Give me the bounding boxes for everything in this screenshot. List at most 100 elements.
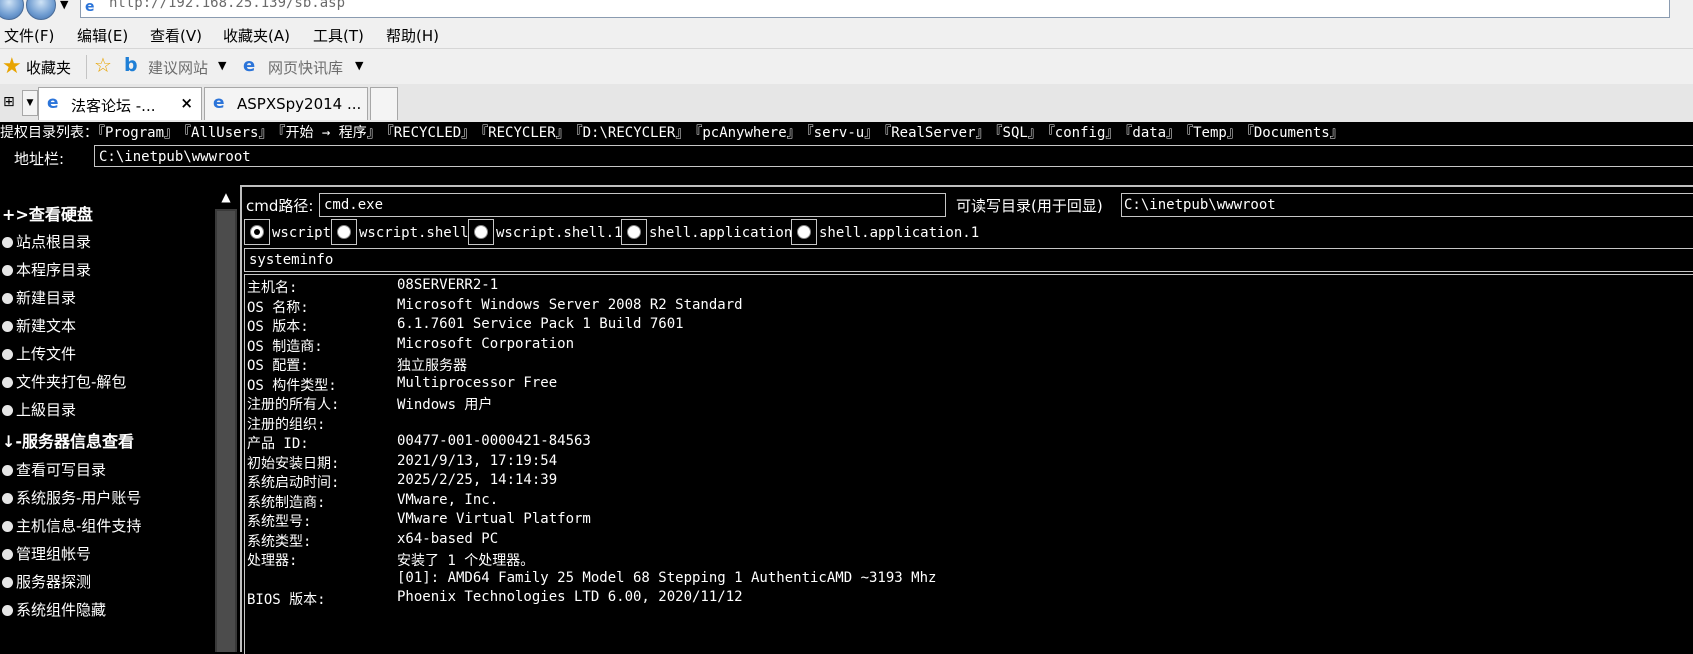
cmd-path-input[interactable]: cmd.exe: [319, 193, 946, 217]
writable-dir-input[interactable]: C:\inetpub\wwwroot: [1121, 193, 1693, 217]
radio-label: shell.application: [649, 225, 793, 241]
ie-icon: e: [213, 93, 225, 113]
sidebar-item[interactable]: 上传文件: [2, 343, 76, 364]
menu-view[interactable]: 查看(V): [150, 25, 202, 46]
dir-list-label: 提权目录列表：: [0, 125, 98, 140]
radio-wscript-shell[interactable]: [331, 219, 357, 245]
sidebar-item-label: 新建目录: [16, 289, 77, 307]
privilege-dir-list: 提权目录列表：『Program』 『AllUsers』 『开始 → 程序』 『RECY…: [0, 122, 1693, 140]
output-key: OS 名称:: [247, 299, 309, 316]
url-text: http://192.168.25.139/sb.asp: [109, 0, 346, 11]
forward-button[interactable]: [26, 0, 56, 20]
radio-wscript-shell-1[interactable]: [468, 219, 494, 245]
radio-wscript[interactable]: [244, 219, 270, 245]
command-input[interactable]: systeminfo: [244, 248, 1693, 272]
chevron-down-icon[interactable]: ▼: [355, 59, 363, 72]
sidebar-item[interactable]: 系统组件隐藏: [2, 599, 106, 620]
dir-link[interactable]: 『RECYCLER』: [481, 125, 569, 140]
dir-link[interactable]: 『Program』: [98, 125, 178, 140]
sidebar-item[interactable]: 系统服务-用户账号: [2, 487, 141, 508]
cmd-panel: cmd路径: cmd.exe 可读写目录(用于回显) C:\inetpub\ww…: [240, 185, 1693, 654]
dir-link[interactable]: 『Temp』: [1186, 125, 1241, 140]
sidebar-scrollbar[interactable]: ▲: [215, 185, 237, 652]
tab-label: 法客论坛 -...: [71, 97, 156, 115]
dir-link[interactable]: 『config』: [1048, 125, 1120, 140]
sidebar-item[interactable]: 新建目录: [2, 287, 76, 308]
bullet-icon: [2, 265, 13, 276]
tab-list-dropdown[interactable]: ▼: [22, 90, 38, 116]
dir-link[interactable]: 『RealServer』: [884, 125, 989, 140]
web-slice-link[interactable]: 网页快讯库: [268, 57, 343, 78]
output-key: 系统类型:: [247, 533, 312, 550]
favorites-button[interactable]: 收藏夹: [26, 57, 71, 78]
output-key: 主机名:: [247, 280, 298, 296]
output-value: VMware Virtual Platform: [397, 511, 591, 527]
add-favorite-icon[interactable]: ☆: [94, 53, 112, 77]
radio-shell-application-1[interactable]: [791, 219, 817, 245]
dir-link[interactable]: 『RECYCLED』: [387, 125, 475, 140]
suggested-sites-link[interactable]: 建议网站: [148, 57, 208, 78]
output-key: 系统启动时间:: [247, 475, 340, 491]
output-value: 安装了 1 个处理器。: [397, 553, 535, 569]
radio-shell-application[interactable]: [621, 219, 647, 245]
dir-link[interactable]: 『Documents』: [1247, 125, 1344, 140]
output-key: BIOS 版本:: [247, 592, 326, 608]
ie-page-icon: e: [85, 0, 95, 15]
tab-fake-forum[interactable]: e 法客论坛 -... ×: [38, 87, 202, 120]
path-input[interactable]: C:\inetpub\wwwroot: [94, 145, 1693, 167]
bing-icon: b: [124, 54, 138, 76]
output-key: 处理器:: [247, 553, 298, 569]
sidebar-item[interactable]: 查看可写目录: [2, 459, 106, 480]
new-tab-button[interactable]: [370, 87, 398, 120]
sidebar-item[interactable]: 文件夹打包-解包: [2, 371, 126, 392]
output-key: OS 制造商:: [247, 338, 323, 355]
sidebar-header-server-info[interactable]: ↓-服务器信息查看: [2, 428, 134, 452]
output-value: 2025/2/25, 14:14:39: [397, 472, 558, 488]
menu-favorites[interactable]: 收藏夹(A): [223, 25, 290, 46]
bullet-icon: [2, 377, 13, 388]
url-input[interactable]: e http://192.168.25.139/sb.asp ▼: [80, 0, 1670, 18]
dir-link[interactable]: 『serv-u』: [807, 125, 879, 140]
sidebar-item[interactable]: 主机信息-组件支持: [2, 515, 141, 536]
tab-aspxspy[interactable]: e ASPXSpy2014 ...: [204, 87, 368, 120]
dir-link[interactable]: 『D:\RECYCLER』: [576, 125, 690, 140]
close-tab-icon[interactable]: ×: [180, 94, 193, 112]
output-value: [01]: AMD64 Family 25 Model 68 Stepping …: [397, 569, 937, 586]
chevron-down-icon[interactable]: ▼: [218, 59, 226, 72]
dir-link[interactable]: 『pcAnywhere』: [695, 125, 800, 140]
sidebar-item[interactable]: 新建文本: [2, 315, 76, 336]
menu-help[interactable]: 帮助(H): [386, 25, 439, 46]
bullet-icon: [2, 605, 13, 616]
radio-dot: [627, 225, 641, 239]
menu-file[interactable]: 文件(F): [4, 25, 54, 46]
path-label: 地址栏:: [14, 150, 65, 168]
dir-link[interactable]: 『开始 → 程序』: [278, 125, 380, 140]
sidebar-item[interactable]: 本程序目录: [2, 259, 91, 280]
sidebar-item-label: 新建文本: [16, 317, 77, 335]
sidebar-item[interactable]: 站点根目录: [2, 231, 91, 252]
sidebar-item[interactable]: 上級目录: [2, 399, 76, 420]
menu-tools[interactable]: 工具(T): [313, 25, 364, 46]
scrollbar-thumb[interactable]: [217, 211, 235, 652]
output-value: 独立服务器: [397, 358, 467, 374]
scroll-up-icon[interactable]: ▲: [215, 185, 237, 209]
back-button[interactable]: [0, 0, 24, 20]
quick-tabs-icon[interactable]: ⊞: [3, 94, 15, 110]
radio-dot: [474, 225, 488, 239]
sidebar-item-label: 上級目录: [16, 401, 77, 419]
bullet-icon: [2, 349, 13, 360]
dir-link[interactable]: 『data』: [1125, 125, 1180, 140]
sidebar-item[interactable]: 服务器探测: [2, 571, 91, 592]
dir-link[interactable]: 『AllUsers』: [184, 125, 272, 140]
ie-icon: e: [47, 93, 59, 113]
sidebar-item[interactable]: 管理组帐号: [2, 543, 91, 564]
menu-edit[interactable]: 编辑(E): [77, 25, 128, 46]
output-value: Multiprocessor Free: [397, 374, 558, 391]
dir-link[interactable]: 『SQL』: [996, 125, 1042, 140]
sidebar-header-disks[interactable]: +>查看硬盘: [2, 201, 93, 225]
favorites-bar: ★ 收藏夹 ☆ b 建议网站 ▼ e 网页快讯库 ▼: [0, 48, 1693, 85]
sidebar-item-label: 管理组帐号: [16, 545, 92, 563]
sidebar-item-label: 本程序目录: [16, 261, 92, 279]
history-dropdown-icon[interactable]: ▼: [60, 0, 68, 11]
bullet-icon: [2, 521, 13, 532]
